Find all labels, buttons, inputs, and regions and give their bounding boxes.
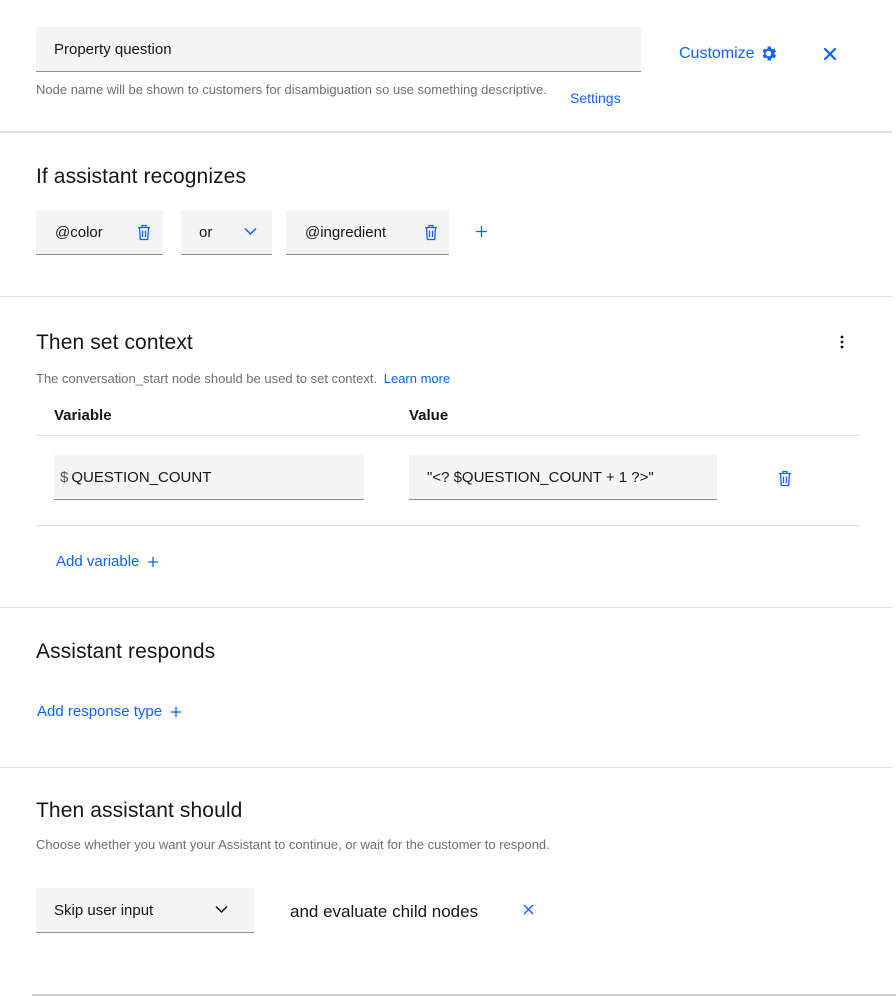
customize-label: Customize [679, 44, 755, 62]
add-condition-icon[interactable] [475, 225, 488, 238]
operator-value: or [199, 223, 213, 241]
chevron-down-icon [244, 227, 257, 236]
section-divider [0, 296, 892, 297]
trash-icon[interactable] [778, 470, 792, 487]
table-header-divider [36, 435, 860, 436]
column-header-variable: Variable [54, 407, 112, 424]
condition-entity-2[interactable]: @ingredient [286, 210, 449, 255]
add-variable-button[interactable]: Add variable [56, 553, 159, 570]
condition-heading: If assistant recognizes [36, 165, 247, 188]
table-row-divider [36, 525, 860, 526]
next-step-dropdown[interactable]: Skip user input [36, 888, 254, 933]
section-divider [0, 607, 892, 608]
context-value-input[interactable]: "<? $QUESTION_COUNT + 1 ?>" [409, 455, 717, 500]
context-helper: The conversation_start node should be us… [36, 370, 450, 388]
node-name-value: Property question [54, 40, 172, 58]
trash-icon[interactable] [424, 224, 438, 241]
add-response-label: Add response type [37, 703, 163, 720]
plus-icon [147, 556, 159, 568]
context-variable-input[interactable]: $ QUESTION_COUNT [54, 455, 364, 500]
context-heading: Then set context [36, 331, 193, 354]
condition-entity-1[interactable]: @color [36, 210, 163, 255]
close-icon[interactable] [822, 46, 838, 62]
entity-2-value: @ingredient [305, 223, 387, 241]
entity-1-value: @color [55, 223, 103, 241]
section-divider [0, 131, 892, 133]
context-helper-text: The conversation_start node should be us… [36, 371, 378, 386]
learn-more-link[interactable]: Learn more [384, 371, 450, 386]
responds-heading: Assistant responds [36, 640, 216, 663]
operator-dropdown[interactable]: or [181, 210, 272, 255]
variable-value: "<? $QUESTION_COUNT + 1 ?>" [427, 468, 654, 486]
gear-icon [759, 44, 778, 63]
customize-button[interactable]: Customize [679, 44, 778, 63]
chevron-down-icon [215, 905, 228, 914]
next-step-heading: Then assistant should [36, 799, 243, 822]
settings-link[interactable]: Settings [570, 90, 621, 106]
variable-prefix: $ [60, 468, 69, 486]
followup-text: and evaluate child nodes [290, 902, 479, 921]
next-step-helper: Choose whether you want your Assistant t… [36, 837, 550, 852]
section-divider [0, 767, 892, 768]
node-name-input[interactable]: Property question [36, 27, 641, 72]
next-step-value: Skip user input [54, 901, 154, 919]
trash-icon[interactable] [137, 224, 151, 241]
variable-name: QUESTION_COUNT [71, 468, 212, 486]
plus-icon [170, 706, 182, 718]
add-variable-label: Add variable [56, 553, 140, 570]
column-header-value: Value [409, 407, 449, 424]
overflow-menu-icon[interactable] [835, 334, 849, 350]
node-name-helper: Node name will be shown to customers for… [36, 82, 547, 97]
add-response-type-button[interactable]: Add response type [37, 703, 182, 720]
close-icon[interactable] [523, 904, 534, 915]
